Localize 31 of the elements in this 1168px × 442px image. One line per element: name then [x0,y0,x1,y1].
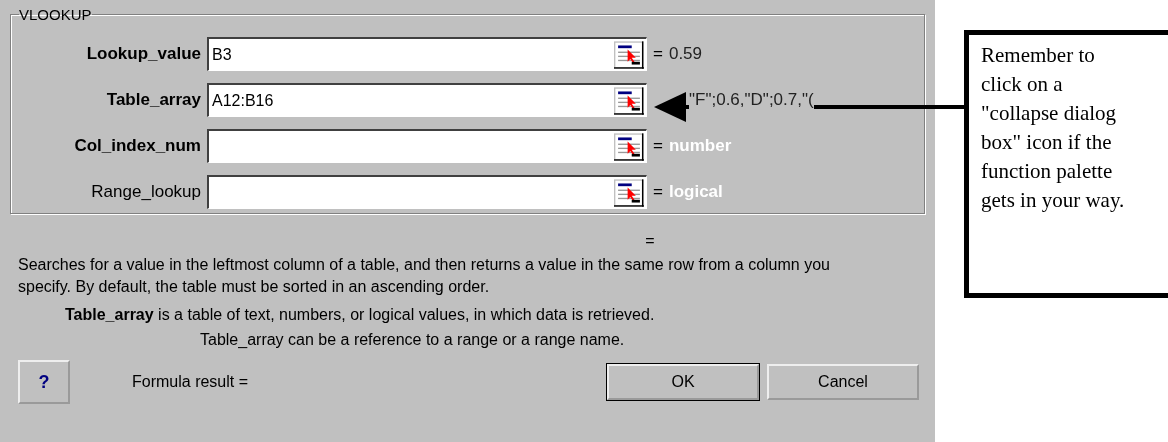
input-field[interactable]: A12:B16 [207,83,647,117]
input-text[interactable]: A12:B16 [209,91,614,110]
cancel-button[interactable]: Cancel [767,364,919,400]
collapse-dialog-icon[interactable] [614,40,644,69]
group-title: VLOOKUP [19,6,92,23]
ok-button[interactable]: OK [607,364,759,400]
function-description: Searches for a value in the leftmost column of a table, and then returns a value in the same row from a column you specify. By default, the table must be sorted in an ascending order. [17,255,831,297]
collapse-dialog-icon[interactable] [614,132,644,161]
input-field[interactable] [207,129,647,163]
argument-result: logical [668,182,723,202]
argument-result: "F";0.6,"D";0.7,"( [689,90,814,110]
callout-note: Remember to click on a "collapse dialog box" icon if the function palette gets in your way. [964,30,1168,298]
input-field[interactable] [207,175,647,209]
input-field[interactable]: B3 [207,37,647,71]
help-button[interactable]: ? [18,360,70,404]
formula-equals: = [645,232,655,249]
equals-sign: = [653,182,663,202]
formula-result: Formula result = [132,373,249,391]
equals-sign: = [653,136,663,156]
argument-label: Table_array [105,90,202,110]
collapse-dialog-icon[interactable] [614,86,644,115]
argument-help: Table_array is a table of text, numbers, or logical values, in which data is retrieved. [64,305,656,325]
argument-label: Col_index_num [73,136,202,156]
argument-label: Range_lookup [90,182,202,202]
collapse-dialog-icon[interactable] [614,178,644,207]
argument-result: number [668,136,732,156]
argument-result: 0.59 [668,44,703,64]
argument-help: Table_array can be a reference to a range or a range name. [199,330,626,350]
equals-sign: = [653,44,663,64]
argument-label: Lookup_value [85,44,202,64]
input-text[interactable]: B3 [209,45,614,64]
